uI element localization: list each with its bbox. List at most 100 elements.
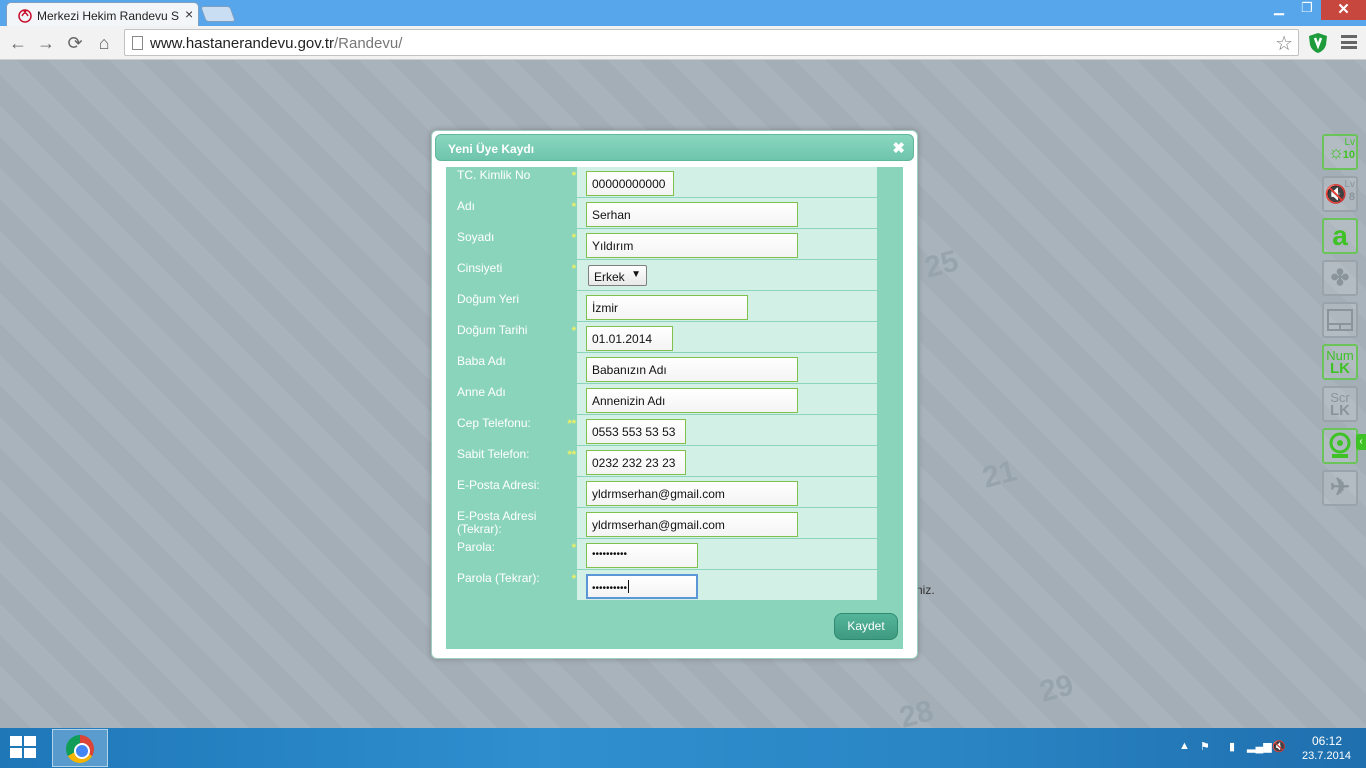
landline-phone-input[interactable]: 0232 232 23 23 xyxy=(586,450,686,475)
fan-icon: ✤ xyxy=(1330,265,1350,290)
birthdate-input[interactable]: 01.01.2014 xyxy=(586,326,673,351)
field-cell: •••••••••• xyxy=(577,539,877,569)
dropdown-arrow-icon: ▼ xyxy=(631,269,641,280)
field-cell: yldrmserhan@gmail.com xyxy=(577,508,877,538)
home-icon[interactable]: ⌂ xyxy=(92,31,116,55)
taskbar-time[interactable]: 06:12 xyxy=(1312,734,1342,748)
form-row-email-repeat: E-Posta Adresi (Tekrar): yldrmserhan@gma… xyxy=(446,508,903,538)
taskbar-date[interactable]: 23.7.2014 xyxy=(1302,750,1351,762)
field-cell: Yıldırım xyxy=(577,229,877,259)
volume-muted-icon[interactable]: 🔇 xyxy=(1272,740,1286,753)
sidebar-collapse-arrow-icon[interactable]: ‹ xyxy=(1356,434,1366,450)
field-label: TC. Kimlik No xyxy=(457,168,531,182)
tc-kimlik-input[interactable]: 00000000000 xyxy=(586,171,674,196)
father-name-input[interactable]: Babanızın Adı xyxy=(586,357,798,382)
browser-toolbar: ← → ⟳ ⌂ www.hastanerandevu.gov.tr/Randev… xyxy=(0,26,1366,60)
form-row-tc: TC. Kimlik No * 00000000000 xyxy=(446,167,903,197)
brightness-widget[interactable]: ☼ Lv 10 xyxy=(1322,134,1358,170)
field-cell: •••••••••• xyxy=(577,570,877,600)
forward-arrow-icon[interactable]: → xyxy=(34,31,58,55)
field-label: Anne Adı xyxy=(457,385,506,399)
close-window-icon[interactable]: ✕ xyxy=(1321,0,1366,20)
field-cell: 01.01.2014 xyxy=(577,322,877,352)
form-row-birthdate: Doğum Tarihi * 01.01.2014 xyxy=(446,322,903,352)
bg-decoration: 28 xyxy=(896,694,937,728)
reload-icon[interactable]: ⟳ xyxy=(63,31,87,55)
required-mark: * xyxy=(571,232,576,244)
register-modal: Yeni Üye Kaydı ✖ TC. Kimlik No * 0000000… xyxy=(431,130,918,659)
email-repeat-input[interactable]: yldrmserhan@gmail.com xyxy=(586,512,798,537)
battery-icon[interactable]: ▮ xyxy=(1229,740,1235,753)
field-label: Parola (Tekrar): xyxy=(457,571,540,585)
volume-label: Lv xyxy=(1344,179,1355,190)
windows-taskbar: ▲ ⚑ ▮ ▂▄▆ 🔇 06:12 23.7.2014 xyxy=(0,728,1366,768)
field-label: Baba Adı xyxy=(457,354,506,368)
password-repeat-input[interactable]: •••••••••• xyxy=(586,574,698,599)
numlock-bottom: LK xyxy=(1330,360,1350,377)
action-center-flag-icon[interactable]: ⚑ xyxy=(1200,740,1210,753)
required-mark: * xyxy=(571,573,576,585)
gender-select[interactable]: Erkek ▼ xyxy=(588,265,647,286)
save-button[interactable]: Kaydet xyxy=(834,613,898,640)
required-mark: * xyxy=(571,542,576,554)
maximize-icon[interactable]: ❐ xyxy=(1293,0,1321,20)
address-bar[interactable]: www.hastanerandevu.gov.tr/Randevu/ ☆ xyxy=(124,29,1299,56)
show-hidden-icons-icon[interactable]: ▲ xyxy=(1179,740,1190,752)
field-label: Soyadı xyxy=(457,230,495,244)
airplane-widget[interactable]: ✈ xyxy=(1322,470,1358,506)
form-row-surname: Soyadı * Yıldırım xyxy=(446,229,903,259)
scrolllock-bottom: LK xyxy=(1330,402,1350,419)
field-cell: İzmir xyxy=(577,291,877,321)
shield-extension-icon[interactable] xyxy=(1308,32,1328,54)
field-label: Sabit Telefon: xyxy=(457,447,530,461)
required-mark: ** xyxy=(567,418,576,430)
field-label: Doğum Yeri xyxy=(457,292,520,306)
browser-tab[interactable]: Merkezi Hekim Randevu Sistemi × xyxy=(6,2,199,26)
bg-decoration: 25 xyxy=(921,244,962,285)
chrome-logo-icon xyxy=(66,735,94,763)
registration-form: TC. Kimlik No * 00000000000 Adı * Serhan… xyxy=(446,167,903,649)
brightness-value: 10 xyxy=(1342,149,1355,161)
windows-start-icon[interactable] xyxy=(10,736,38,760)
minimize-icon[interactable]: ▁ xyxy=(1265,0,1293,20)
form-row-email: E-Posta Adresi: yldrmserhan@gmail.com xyxy=(446,477,903,507)
new-tab-button[interactable] xyxy=(200,6,236,22)
mother-name-input[interactable]: Annenizin Adı xyxy=(586,388,798,413)
form-row-mother: Anne Adı Annenizin Adı xyxy=(446,384,903,414)
mobile-phone-input[interactable]: 0553 553 53 53 xyxy=(586,419,686,444)
bookmark-star-icon[interactable]: ☆ xyxy=(1275,31,1293,56)
field-label: Doğum Tarihi xyxy=(457,323,528,337)
scrolllock-widget[interactable]: Scr LK xyxy=(1322,386,1358,422)
amazon-icon: a xyxy=(1332,220,1348,251)
field-cell: Serhan xyxy=(577,198,877,228)
brightness-label: Lv xyxy=(1344,137,1355,148)
required-mark: * xyxy=(571,325,576,337)
tab-close-icon[interactable]: × xyxy=(185,6,193,22)
email-input[interactable]: yldrmserhan@gmail.com xyxy=(586,481,798,506)
fan-widget[interactable]: ✤ xyxy=(1322,260,1358,296)
first-name-input[interactable]: Serhan xyxy=(586,202,798,227)
field-label: E-Posta Adresi: xyxy=(457,478,540,492)
back-arrow-icon[interactable]: ← xyxy=(6,31,30,55)
url-text: www.hastanerandevu.gov.tr/Randevu/ xyxy=(150,35,403,52)
taskbar-chrome-button[interactable] xyxy=(52,729,108,767)
numlock-widget[interactable]: Num LK xyxy=(1322,344,1358,380)
form-row-landline: Sabit Telefon: ** 0232 232 23 23 xyxy=(446,446,903,476)
modal-close-icon[interactable]: ✖ xyxy=(892,139,905,157)
surname-input[interactable]: Yıldırım xyxy=(586,233,798,258)
field-cell: Erkek ▼ xyxy=(577,260,877,290)
password-input[interactable]: •••••••••• xyxy=(586,543,698,568)
modal-header: Yeni Üye Kaydı ✖ xyxy=(435,134,914,161)
modal-title: Yeni Üye Kaydı xyxy=(448,142,535,156)
field-label: E-Posta Adresi (Tekrar): xyxy=(457,509,537,536)
chrome-menu-icon[interactable] xyxy=(1341,35,1357,49)
network-signal-icon[interactable]: ▂▄▆ xyxy=(1247,740,1272,753)
webcam-widget[interactable] xyxy=(1322,428,1358,464)
amazon-widget[interactable]: a xyxy=(1322,218,1358,254)
birthplace-input[interactable]: İzmir xyxy=(586,295,748,320)
volume-widget[interactable]: 🔇 Lv 8 xyxy=(1322,176,1358,212)
form-row-father: Baba Adı Babanızın Adı xyxy=(446,353,903,383)
required-mark: * xyxy=(571,170,576,182)
touchpad-widget[interactable] xyxy=(1322,302,1358,338)
field-label: Cep Telefonu: xyxy=(457,416,531,430)
